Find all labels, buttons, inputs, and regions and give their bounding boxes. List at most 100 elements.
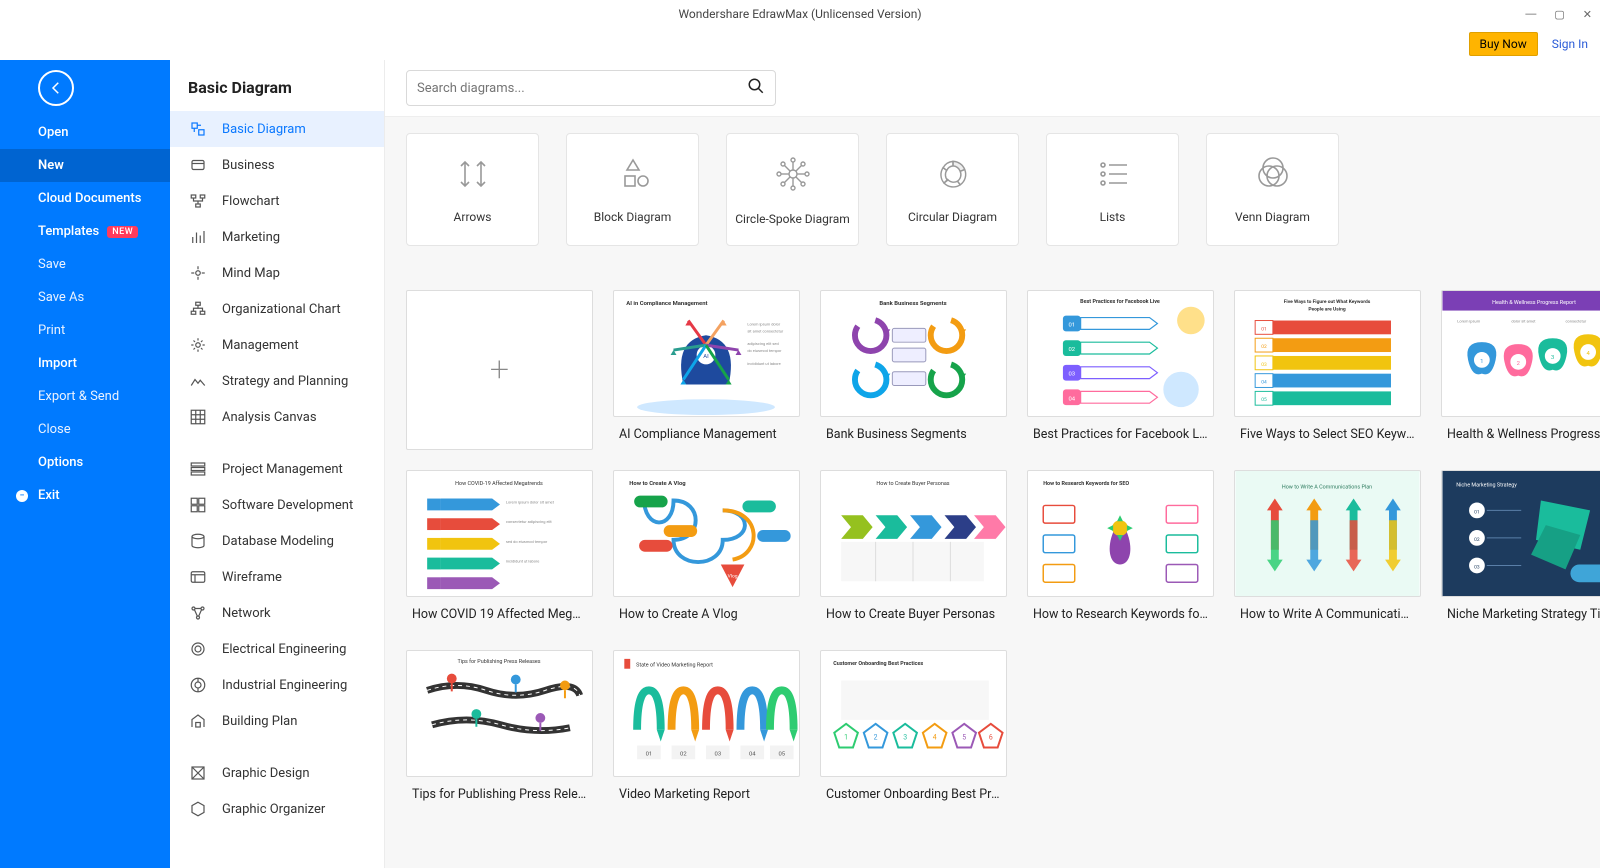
template-thumb: Bank Business Segments [820,290,1007,417]
minimize-icon[interactable]: — [1525,8,1536,20]
file-menu-exit[interactable]: −Exit [0,479,170,512]
svg-text:incididunt ut labore: incididunt ut labore [747,361,780,366]
subtype-icon [771,154,815,198]
template-card[interactable]: How to Create A VlogVlogHow to Create A … [613,470,800,630]
svg-text:Customer Onboarding Best Pract: Customer Onboarding Best Practices [833,661,923,667]
category-electrical-engineering[interactable]: Electrical Engineering [170,631,384,667]
category-building-plan[interactable]: Building Plan [170,703,384,739]
category-business[interactable]: Business [170,147,384,183]
category-strategy-and-planning[interactable]: Strategy and Planning [170,363,384,399]
category-network[interactable]: Network [170,595,384,631]
category-label: Flowchart [222,194,280,209]
category-icon [188,567,208,587]
template-card[interactable]: Five Ways to Figure out What KeywordsPeo… [1234,290,1421,450]
subtype-circular-diagram[interactable]: Circular Diagram [886,133,1019,246]
svg-text:incididunt ut labore: incididunt ut labore [506,559,539,564]
svg-text:05: 05 [778,751,785,757]
template-card[interactable]: How to Write A Communications PlanHow to… [1234,470,1421,630]
sign-in-link[interactable]: Sign In [1552,37,1588,51]
file-menu-export-send[interactable]: Export & Send [0,380,170,413]
svg-text:AI: AI [703,354,709,360]
buy-now-button[interactable]: Buy Now [1469,32,1538,56]
search-input[interactable] [417,81,747,96]
maximize-icon[interactable]: ▢ [1554,8,1564,21]
category-marketing[interactable]: Marketing [170,219,384,255]
template-card[interactable]: State of Video Marketing Report010203040… [613,650,800,810]
template-label: Video Marketing Report [613,777,800,810]
category-icon [188,763,208,783]
file-menu-new[interactable]: New [0,149,170,182]
category-wireframe[interactable]: Wireframe [170,559,384,595]
template-card[interactable]: Customer Onboarding Best Practices123456… [820,650,1007,810]
subtype-lists[interactable]: Lists [1046,133,1179,246]
subtype-venn-diagram[interactable]: Venn Diagram [1206,133,1339,246]
category-mind-map[interactable]: Mind Map [170,255,384,291]
template-blank[interactable]: + [406,290,593,450]
category-software-development[interactable]: Software Development [170,487,384,523]
category-organizational-chart[interactable]: Organizational Chart [170,291,384,327]
svg-text:02: 02 [1474,537,1480,543]
template-card[interactable]: Bank Business SegmentsBank Business Segm… [820,290,1007,450]
template-card[interactable]: How COVID-19 Affected MegatrendsLorem ip… [406,470,593,630]
category-basic-diagram[interactable]: Basic Diagram [170,111,384,147]
template-card[interactable]: How to Create Buyer PersonasHow to Creat… [820,470,1007,630]
file-menu-save[interactable]: Save [0,248,170,281]
file-menu-open[interactable]: Open [0,116,170,149]
subtype-label: Venn Diagram [1235,210,1310,224]
category-icon [188,711,208,731]
svg-text:sed do eiusmod tempor: sed do eiusmod tempor [506,539,548,544]
svg-text:Five Ways to Figure out What K: Five Ways to Figure out What Keywords [1284,299,1371,305]
template-card[interactable]: How to Research Keywords for SEOHow to R… [1027,470,1214,630]
category-label: Industrial Engineering [222,678,347,693]
back-button[interactable] [38,70,74,106]
template-thumb: How to Create Buyer Personas [820,470,1007,597]
category-label: Project Management [222,462,343,477]
subtype-circle-spoke-diagram[interactable]: Circle-Spoke Diagram [726,133,859,246]
file-menu-import[interactable]: Import [0,347,170,380]
category-project-management[interactable]: Project Management [170,451,384,487]
file-menu-label: Import [38,356,77,371]
app-title: Wondershare EdrawMax (Unlicensed Version… [678,7,921,21]
svg-text:State of Video Marketing Repor: State of Video Marketing Report [636,662,713,669]
file-menu-options[interactable]: Options [0,446,170,479]
category-flowchart[interactable]: Flowchart [170,183,384,219]
close-icon[interactable]: ✕ [1583,8,1592,21]
template-label: Five Ways to Select SEO Keywords [1234,417,1421,450]
template-thumb: Five Ways to Figure out What KeywordsPeo… [1234,290,1421,417]
search-box[interactable] [406,70,776,106]
template-card[interactable]: Best Practices for Facebook Live01020304… [1027,290,1214,450]
file-menu-cloud-documents[interactable]: Cloud Documents [0,182,170,215]
file-menu-label: Open [38,125,68,140]
svg-text:Lorem ipsum: Lorem ipsum [1457,318,1480,323]
svg-text:5: 5 [962,734,966,742]
svg-text:04: 04 [1068,396,1075,402]
category-label: Network [222,606,271,621]
category-label: Electrical Engineering [222,642,346,657]
svg-text:2: 2 [874,734,878,742]
subtype-block-diagram[interactable]: Block Diagram [566,133,699,246]
file-menu-print[interactable]: Print [0,314,170,347]
category-graphic-design[interactable]: Graphic Design [170,755,384,791]
subtype-icon [1253,156,1293,196]
category-management[interactable]: Management [170,327,384,363]
svg-text:03: 03 [1068,372,1075,378]
template-card[interactable]: AI in Compliance ManagementAILorem ipsum… [613,290,800,450]
category-industrial-engineering[interactable]: Industrial Engineering [170,667,384,703]
category-label: Management [222,338,299,353]
file-menu-templates[interactable]: TemplatesNEW [0,215,170,248]
category-graphic-organizer[interactable]: Graphic Organizer [170,791,384,827]
search-icon[interactable] [747,77,765,99]
category-analysis-canvas[interactable]: Analysis Canvas [170,399,384,435]
file-menu-close[interactable]: Close [0,413,170,446]
subtype-arrows[interactable]: Arrows [406,133,539,246]
template-card[interactable]: Health & Wellness Progress Report1234Lor… [1441,290,1600,450]
svg-text:02: 02 [1068,347,1075,353]
template-thumb: How to Write A Communications Plan [1234,470,1421,597]
template-card[interactable]: Niche Marketing Strategy010203Niche Mark… [1441,470,1600,630]
category-database-modeling[interactable]: Database Modeling [170,523,384,559]
template-card[interactable]: Tips for Publishing Press ReleasesTips f… [406,650,593,810]
category-label: Organizational Chart [222,302,341,317]
category-icon [188,799,208,819]
svg-text:consectetur: consectetur [1566,318,1587,323]
file-menu-save-as[interactable]: Save As [0,281,170,314]
